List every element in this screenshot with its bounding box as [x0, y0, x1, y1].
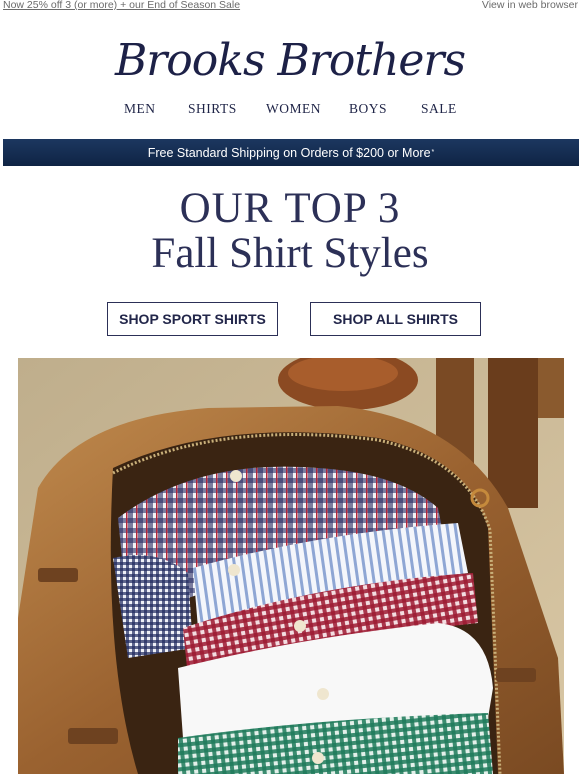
brand-logo[interactable]: Brooks Brothers — [0, 30, 580, 92]
shop-all-shirts-button[interactable]: SHOP ALL SHIRTS — [310, 302, 481, 336]
shipping-asterisk: * — [431, 149, 435, 156]
headline-sub: Fall Shirt Styles — [151, 230, 429, 277]
promo-link[interactable]: Now 25% off 3 (or more) + our End of Sea… — [3, 0, 240, 11]
shipping-text: Free Standard Shipping on Orders of $200… — [147, 145, 431, 160]
headline-top: OUR TOP 3 — [179, 185, 401, 232]
nav-item-women[interactable]: WOMEN — [266, 101, 321, 117]
nav-item-shirts[interactable]: SHIRTS — [188, 101, 237, 117]
hero-image-svg — [18, 358, 564, 774]
preheader: Now 25% off 3 (or more) + our End of Sea… — [0, 0, 580, 14]
free-shipping-banner[interactable]: Free Standard Shipping on Orders of $200… — [3, 139, 579, 166]
view-in-browser-link[interactable]: View in web browser — [482, 0, 578, 11]
nav-item-men[interactable]: MEN — [124, 101, 156, 117]
nav-item-sale[interactable]: SALE — [421, 101, 457, 117]
nav-item-boys[interactable]: BOYS — [349, 101, 387, 117]
hero-image[interactable] — [18, 358, 564, 774]
main-nav: MEN SHIRTS WOMEN BOYS SALE — [0, 101, 580, 121]
brand-logo-text: Brooks Brothers — [114, 35, 466, 86]
shop-sport-shirts-button[interactable]: SHOP SPORT SHIRTS — [107, 302, 278, 336]
